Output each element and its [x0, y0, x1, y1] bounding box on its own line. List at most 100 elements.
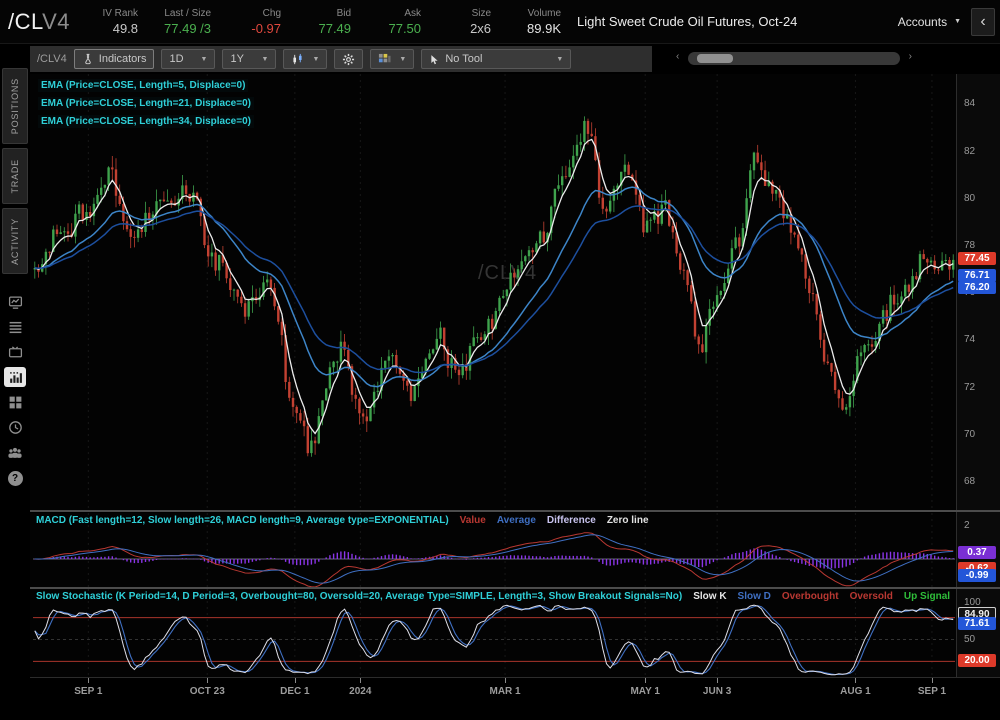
time-axis-label: MAR 1: [490, 686, 521, 697]
stat-value: -0.97: [237, 21, 281, 36]
accounts-dropdown[interactable]: Accounts ▼: [898, 15, 961, 29]
stat-size: Size2x6: [447, 8, 491, 36]
time-axis[interactable]: SEP 1OCT 23DEC 12024MAR 1MAY 1JUN 3AUG 1…: [30, 677, 1000, 705]
chart-horizontal-scrollbar[interactable]: ‹ ›: [688, 52, 900, 65]
stat-value: 89.9K: [517, 21, 561, 36]
stat-label: IV Rank: [94, 8, 138, 19]
stat-label: Volume: [517, 8, 561, 19]
stat-label: Size: [447, 8, 491, 19]
axis-badge: 77.45: [958, 252, 996, 265]
timeframe-dropdown[interactable]: 1D ▼: [161, 49, 215, 69]
chevron-down-icon: ▼: [399, 56, 406, 63]
scroll-left-icon[interactable]: ‹: [676, 51, 679, 62]
stat-bid: Bid77.49: [307, 8, 351, 36]
time-axis-label: OCT 23: [190, 686, 225, 697]
stat-label: Bid: [307, 8, 351, 19]
price-axis-label: 78: [964, 240, 975, 251]
legend-item: Slow K: [693, 591, 726, 602]
time-axis-tick: [645, 678, 646, 683]
help-icon[interactable]: ?: [4, 468, 26, 488]
stat-iv-rank: IV Rank49.8: [94, 8, 138, 36]
price-axis-label: 72: [964, 382, 975, 393]
stoch-svg[interactable]: [30, 589, 958, 677]
indicators-button[interactable]: Indicators: [74, 49, 155, 69]
sidebar-tab-trade[interactable]: TRADE: [2, 148, 28, 204]
watchlist-icon[interactable]: [4, 317, 26, 337]
time-axis-label: JUN 3: [703, 686, 731, 697]
price-chart-panel[interactable]: /CLV4 EMA (Price=CLOSE, Length=5, Displa…: [30, 74, 958, 510]
header: /CLV4 IV Rank49.8 Last / Size77.49 /3 Chg -…: [0, 0, 1000, 44]
price-axis-label: 80: [964, 193, 975, 204]
pattern-tool-dropdown[interactable]: ▼: [370, 49, 414, 69]
pattern-grid-icon: [378, 53, 391, 66]
macd-panel[interactable]: MACD (Fast length=12, Slow length=26, MA…: [30, 513, 958, 587]
tab-label: TRADE: [10, 159, 20, 194]
time-axis-label: SEP 1: [74, 686, 102, 697]
left-sidebar: POSITIONS TRADE ACTIVITY ?: [0, 46, 30, 720]
legend-item: Oversold: [850, 591, 893, 602]
tool-label: No Tool: [445, 53, 482, 65]
collapse-panel-button[interactable]: ‹: [971, 8, 995, 36]
axis-badge: 76.20: [958, 281, 996, 294]
stat-label: Ask: [377, 8, 421, 19]
time-axis-label: 2024: [349, 686, 371, 697]
range-dropdown[interactable]: 1Y ▼: [222, 49, 276, 69]
symbol-suffix: V4: [42, 9, 70, 34]
legend-item: Up Signal: [904, 591, 950, 602]
time-axis-label: AUG 1: [840, 686, 871, 697]
price-axis-label: 84: [964, 98, 975, 109]
macd-axis-label: 2: [964, 520, 970, 531]
macd-header: MACD (Fast length=12, Slow length=26, MA…: [36, 515, 954, 526]
history-clock-icon[interactable]: [4, 417, 26, 437]
axis-badge: -0.99: [958, 569, 996, 582]
price-axis-label: 74: [964, 334, 975, 345]
axis-badge: 20.00: [958, 654, 996, 667]
gear-icon: [342, 53, 355, 66]
flask-icon: [82, 53, 94, 65]
sidebar-tab-activity[interactable]: ACTIVITY: [2, 208, 28, 274]
scroll-right-icon[interactable]: ›: [909, 51, 912, 62]
stat-last-size: Last / Size77.49 /3: [164, 8, 211, 36]
drawing-tool-dropdown[interactable]: No Tool ▼: [421, 49, 571, 69]
axis-badge: 76.71: [958, 269, 996, 282]
legend-item: Overbought: [782, 591, 839, 602]
chevron-down-icon: ▼: [201, 56, 208, 63]
stoch-header: Slow Stochastic (K Period=14, D Period=3…: [36, 591, 954, 602]
time-axis-tick: [295, 678, 296, 683]
stoch-panel[interactable]: Slow Stochastic (K Period=14, D Period=3…: [30, 589, 958, 677]
legend-item: Zero line: [607, 515, 649, 526]
panel-divider[interactable]: [30, 510, 1000, 512]
legend-item: Average: [497, 515, 536, 526]
stat-volume: Volume 89.9K: [517, 8, 561, 36]
scrollbar-thumb[interactable]: [697, 54, 733, 63]
time-axis-label: MAY 1: [630, 686, 659, 697]
chart-window-icon[interactable]: [4, 292, 26, 312]
stat-label: Chg: [237, 8, 281, 19]
chart-settings-button[interactable]: [334, 49, 363, 69]
time-axis-tick: [207, 678, 208, 683]
monitor-icon[interactable]: [4, 342, 26, 362]
instrument-name: Light Sweet Crude Oil Futures, Oct-24: [577, 14, 797, 29]
symbol-title: /CLV4: [8, 9, 70, 35]
accounts-label: Accounts: [898, 15, 947, 29]
candlestick-icon: [291, 53, 304, 66]
legend-item: Value: [460, 515, 486, 526]
time-axis-tick: [855, 678, 856, 683]
price-axis-label: 70: [964, 429, 975, 440]
apps-grid-icon[interactable]: [4, 392, 26, 412]
active-chart-icon[interactable]: [4, 367, 26, 387]
price-chart-svg[interactable]: [30, 74, 958, 510]
time-axis-tick: [88, 678, 89, 683]
stat-value: 77.50: [377, 21, 421, 36]
study-label: MACD (Fast length=12, Slow length=26, MA…: [36, 515, 449, 526]
study-label-ema-21: EMA (Price=CLOSE, Length=21, Displace=0): [38, 97, 254, 110]
sidebar-tab-positions[interactable]: POSITIONS: [2, 68, 28, 144]
indicators-label: Indicators: [99, 53, 147, 65]
community-icon[interactable]: [4, 442, 26, 462]
chart-type-dropdown[interactable]: ▼: [283, 49, 327, 69]
legend-item: Difference: [547, 515, 596, 526]
tab-label: POSITIONS: [10, 78, 20, 134]
chevron-down-icon: ▼: [954, 18, 961, 25]
legend-item: Slow D: [738, 591, 771, 602]
panel-divider[interactable]: [30, 587, 1000, 589]
